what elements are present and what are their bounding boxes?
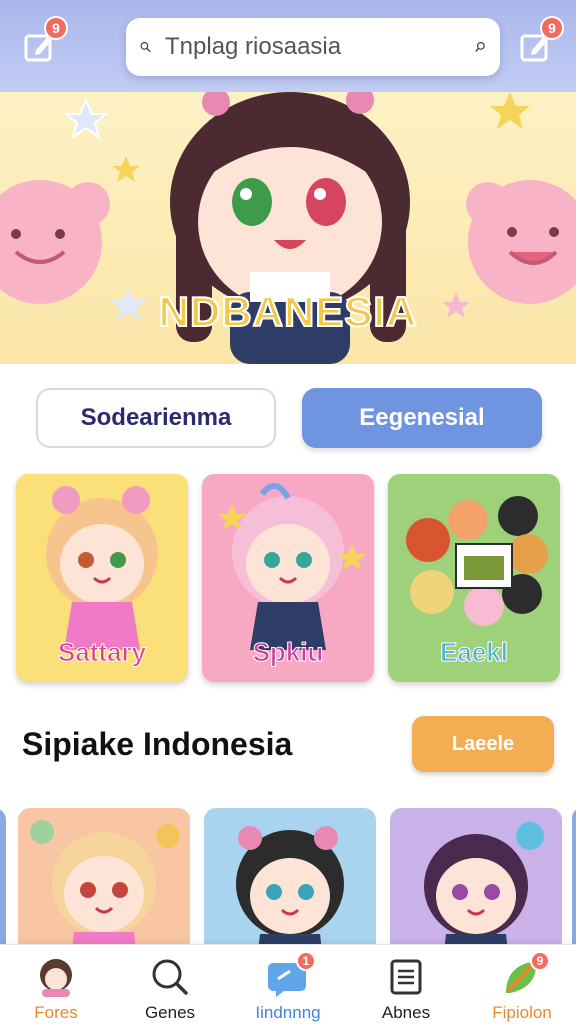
character-card[interactable]: [18, 808, 190, 948]
featured-card-eaekl[interactable]: Eaekl: [388, 474, 560, 682]
section-title: Sipiake Indonesia: [22, 726, 293, 762]
featured-cards: Sattary Spkiu Eaekl: [16, 474, 560, 684]
character-card-partial-right[interactable]: [572, 808, 576, 948]
character-card[interactable]: [390, 808, 562, 948]
featured-card-spkiu[interactable]: Spkiu: [202, 474, 374, 682]
search-input[interactable]: [165, 33, 475, 61]
nav-label: Fipiolon: [492, 1003, 552, 1022]
card-label: Spkiu: [252, 637, 324, 668]
leaf-badge: 9: [530, 951, 550, 971]
nav-item-iindnnng[interactable]: 1 Iindnnng: [238, 951, 338, 1024]
banner-title: NDBANESIA: [158, 287, 418, 336]
star-icon: [112, 156, 140, 182]
notification-badge: 9: [540, 16, 564, 40]
hero-banner[interactable]: NDBANESIA: [0, 92, 576, 364]
compose-button-right[interactable]: 9: [512, 16, 564, 70]
chibi-black-hair-girl-icon: [236, 826, 344, 948]
chibi-blonde-bow-girl-icon: [30, 820, 180, 948]
card-label: Eaekl: [440, 637, 509, 668]
chibi-purple-hair-girl-icon: [424, 822, 544, 948]
character-card[interactable]: [204, 808, 376, 948]
star-icon: [490, 92, 530, 129]
bear-right-icon: [466, 180, 576, 304]
section-header: Sipiake Indonesia Laeele: [0, 716, 576, 776]
nav-label: Abnes: [381, 1003, 431, 1022]
nav-label: Iindnnng: [255, 1003, 321, 1022]
compose-button[interactable]: 9: [16, 16, 68, 70]
character-row: [0, 808, 576, 948]
top-bar: 9 9: [0, 0, 576, 92]
star-icon: [63, 97, 109, 140]
tab-sodearienma[interactable]: Sodearienma: [36, 388, 276, 448]
character-card-partial-left[interactable]: [0, 808, 6, 948]
card-label: Sattary: [57, 637, 147, 668]
see-all-button[interactable]: Laeele: [412, 716, 554, 772]
book-icon: [390, 959, 422, 995]
bear-left-icon: [0, 180, 110, 304]
chat-badge: 1: [296, 951, 316, 971]
nav-label: Fores: [34, 1003, 78, 1022]
avatar-icon: [40, 959, 72, 997]
nav-item-genes[interactable]: Genes: [120, 957, 220, 1024]
search-bar[interactable]: [126, 18, 500, 76]
category-tabs: Sodearienma Eegenesial: [0, 388, 576, 452]
notification-badge: 9: [44, 16, 68, 40]
nav-item-abnes[interactable]: Abnes: [356, 957, 456, 1024]
nav-label: Genes: [144, 1003, 196, 1022]
nav-item-fipiolon[interactable]: 9 Fipiolon: [472, 951, 572, 1024]
search-icon: [152, 959, 188, 995]
bottom-nav: Fores Genes 1 Iindnnng Abnes 9 Fipiolon: [0, 944, 576, 1024]
nav-item-fores[interactable]: Fores: [6, 957, 106, 1024]
tab-eegenesial[interactable]: Eegenesial: [302, 388, 542, 448]
search-submit-icon[interactable]: [475, 32, 486, 62]
search-icon: [140, 42, 151, 53]
featured-card-sattary[interactable]: Sattary: [16, 474, 188, 682]
